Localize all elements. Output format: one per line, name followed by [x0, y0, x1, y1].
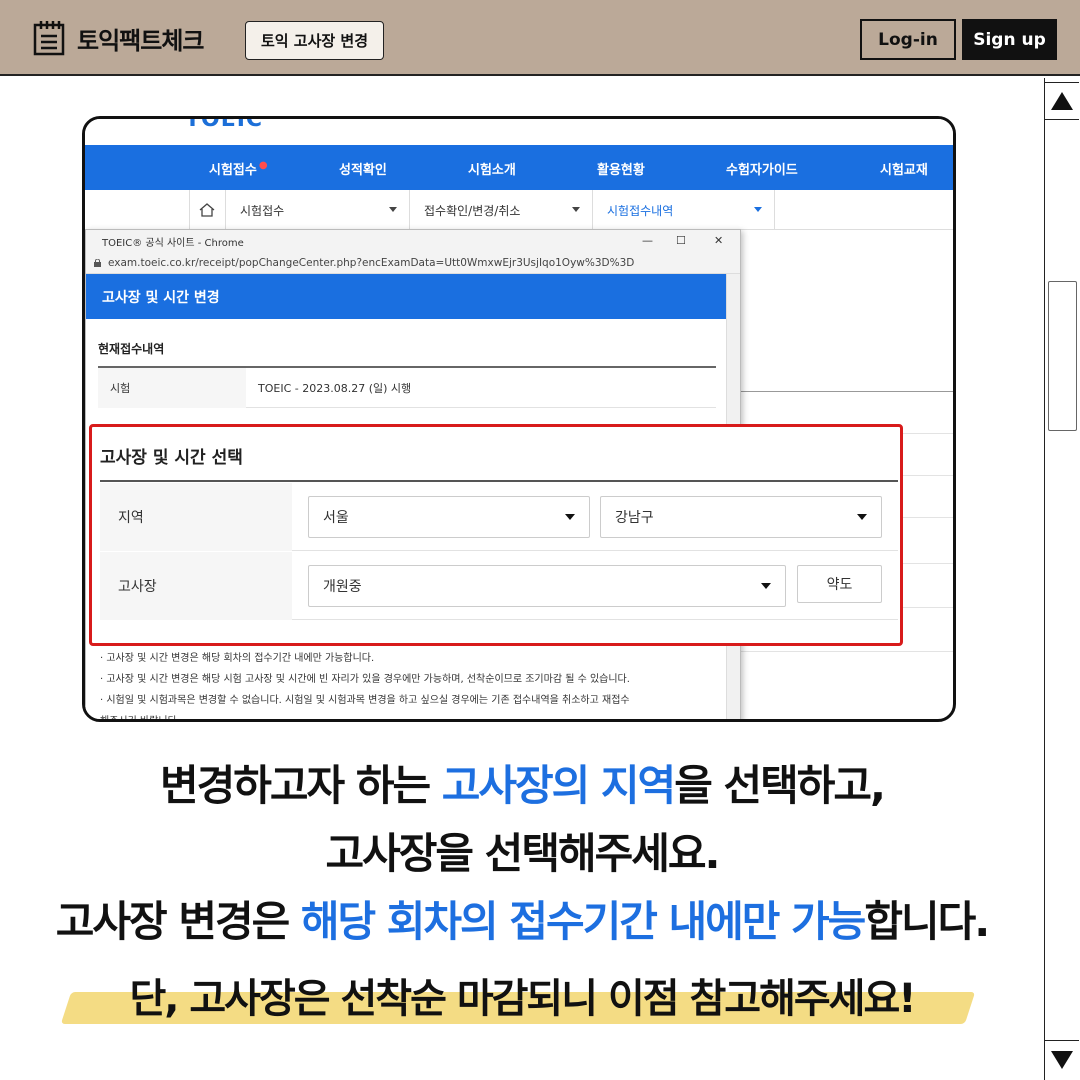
subnav-apply[interactable]: 시험접수	[225, 190, 409, 230]
caret-down-icon	[754, 207, 762, 212]
lock-icon	[94, 259, 101, 267]
caret-down-icon	[857, 514, 867, 520]
divider	[737, 651, 953, 652]
notice-item: · 고사장 및 시간 변경은 해당 시험 고사장 및 시간에 빈 자리가 있을 …	[100, 674, 630, 685]
nav-item-about[interactable]: 시험소개	[468, 159, 516, 178]
notepad-icon	[33, 21, 65, 56]
site-logo: TOEIC	[185, 116, 264, 132]
popup-title-bar: TOEIC® 공식 사이트 - Chrome — ☐ ✕	[86, 230, 740, 252]
exam-label: 시험	[98, 368, 246, 408]
nav-item-score[interactable]: 성적확인	[339, 159, 387, 178]
current-registration-title: 현재접수내역	[98, 342, 165, 356]
caret-down-icon	[572, 207, 580, 212]
region-select[interactable]: 서울	[308, 496, 590, 538]
site-logo-strip: TOEIC	[85, 119, 953, 145]
selection-title: 고사장 및 시간 선택	[100, 448, 243, 468]
scroll-up-button[interactable]	[1045, 82, 1079, 120]
notice-item: 해주시기 바랍니다.	[100, 716, 180, 722]
notice-list: · 고사장 및 시간 변경은 해당 회차의 접수기간 내에만 가능합니다. · …	[100, 648, 720, 722]
caption-line-2: 고사장을 선택해주세요.	[325, 829, 721, 878]
minimize-icon[interactable]: —	[642, 234, 653, 247]
subnav-history[interactable]: 시험접수내역	[592, 190, 775, 230]
top-header-bar: 토익팩트체크 토익 고사장 변경 Log-in Sign up	[0, 0, 1080, 76]
map-button[interactable]: 약도	[797, 565, 882, 603]
brand[interactable]: 토익팩트체크	[33, 20, 204, 56]
district-select[interactable]: 강남구	[600, 496, 882, 538]
close-icon[interactable]: ✕	[714, 234, 723, 247]
scroll-down-button[interactable]	[1045, 1040, 1079, 1078]
arrow-down-icon	[1051, 1050, 1073, 1069]
popup-header: 고사장 및 시간 변경	[86, 274, 727, 319]
popup-window-title: TOEIC® 공식 사이트 - Chrome	[102, 237, 244, 249]
popup-url: exam.toeic.co.kr/receipt/popChangeCenter…	[108, 256, 635, 269]
center-row: 고사장 개원중 약도	[100, 552, 898, 620]
caret-down-icon	[565, 514, 575, 520]
caption-line-4: 단, 고사장은 선착순 마감되니 이점 참고해주세요!	[129, 976, 916, 1022]
arrow-up-icon	[1051, 92, 1073, 110]
caption-line-3: 고사장 변경은 해당 회차의 접수기간 내에만 가능합니다.	[55, 897, 990, 946]
region-row: 지역 서울 강남구	[100, 483, 898, 551]
signup-button[interactable]: Sign up	[962, 19, 1057, 60]
site-sub-nav: 시험접수 접수확인/변경/취소 시험접수내역	[85, 190, 953, 230]
divider	[737, 391, 953, 392]
caption-emphasis: 고사장의 지역	[441, 761, 676, 810]
brand-name: 토익팩트체크	[77, 26, 204, 55]
popup-url-bar: exam.toeic.co.kr/receipt/popChangeCenter…	[86, 252, 740, 274]
scroll-thumb[interactable]	[1048, 281, 1077, 431]
caption-line-1: 변경하고자 하는 고사장의 지역을 선택하고,	[160, 761, 886, 810]
nav-item-usage[interactable]: 활용현황	[597, 159, 645, 178]
nav-item-guide[interactable]: 수험자가이드	[726, 159, 798, 178]
site-main-nav: 시험접수 ● 성적확인 시험소개 활용현황 수험자가이드 시험교재	[85, 145, 953, 190]
login-button[interactable]: Log-in	[860, 19, 956, 60]
notice-item: · 시험일 및 시험과목은 변경할 수 없습니다. 시험일 및 시험과목 변경을…	[100, 695, 630, 706]
page-scrollbar[interactable]	[1044, 78, 1080, 1080]
caret-down-icon	[389, 207, 397, 212]
exam-value: TOEIC - 2023.08.27 (일) 시행	[258, 382, 412, 395]
toeic-center-change-button[interactable]: 토익 고사장 변경	[245, 21, 384, 60]
caret-down-icon	[761, 583, 771, 589]
caption-emphasis: 해당 회차의 접수기간 내에만 가능	[300, 897, 866, 946]
new-dot-icon: ●	[258, 160, 268, 171]
center-select[interactable]: 개원중	[308, 565, 786, 607]
subnav-change[interactable]: 접수확인/변경/취소	[409, 190, 592, 230]
center-label: 고사장	[100, 552, 292, 620]
home-icon	[199, 203, 215, 217]
maximize-icon[interactable]: ☐	[676, 234, 686, 247]
toeic-site-screenshot: TOEIC 시험접수 ● 성적확인 시험소개 활용현황 수험자가이드 시험교재 시…	[82, 116, 956, 722]
notice-item: · 고사장 및 시간 변경은 해당 회차의 접수기간 내에만 가능합니다.	[100, 653, 375, 664]
divider	[100, 480, 898, 482]
current-registration-row: 시험 TOEIC - 2023.08.27 (일) 시행	[98, 368, 716, 408]
region-label: 지역	[100, 483, 292, 551]
nav-item-apply[interactable]: 시험접수 ●	[209, 159, 268, 178]
nav-item-books[interactable]: 시험교재	[880, 159, 928, 178]
center-selection-highlight: 고사장 및 시간 선택 지역 서울 강남구 고사장 개원중 약도	[89, 424, 903, 646]
